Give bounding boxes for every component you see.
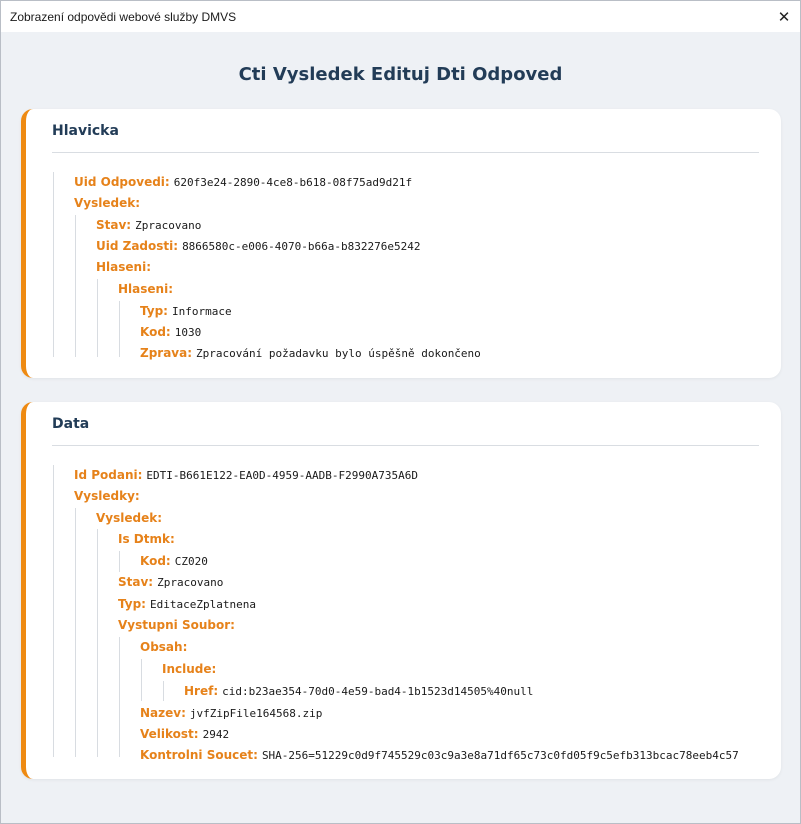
tree-row-hlaseni-item: Hlaseni: [118,279,173,299]
value-text: CZ020 [174,554,208,568]
value-text: jvfZipFile164568.zip [189,706,323,720]
key-label: Zprava: [140,346,193,360]
tree-row-vysledek: Vysledek: [96,508,162,528]
key-label: Kod: [140,554,171,568]
close-icon: ✕ [777,8,791,26]
value-text: Zpracovano [157,575,224,589]
title-bar: Zobrazení odpovědi webové služby DMVS ✕ [1,1,800,32]
tree-row-include: Include: [162,659,216,679]
value-text: EDTI-B661E122-EA0D-4959-AADB-F2990A735A6… [146,468,418,482]
key-label: Nazev: [140,706,186,720]
tree-row-hlaseni: Hlaseni: [96,257,151,277]
page-title: Cti Vysledek Edituj Dti Odpoved [238,64,563,85]
tree-guide [75,215,76,357]
tree-guide [163,681,164,701]
value-text: SHA-256=51229c0d9f745529c03c9a3e8a71df65… [261,748,739,762]
hlavicka-card: Hlavicka Uid Odpovedi: 620f3e24-2890-4ce… [21,109,781,378]
key-label: Uid Zadosti: [96,239,179,253]
value-text: EditaceZplatnena [149,597,256,611]
value-text: 620f3e24-2890-4ce8-b618-08f75ad9d21f [173,175,413,189]
value-text: 8866580c-e006-4070-b66a-b832276e5242 [182,239,421,253]
tree-row-kod: Kod: 1030 [140,322,201,342]
dialog-content: Cti Vysledek Edituj Dti Odpoved Hlavicka… [1,32,800,823]
tree-row-velikost: Velikost: 2942 [140,724,229,744]
data-tree: Id Podani: EDTI-B661E122-EA0D-4959-AADB-… [26,402,781,779]
tree-row-nazev: Nazev: jvfZipFile164568.zip [140,703,322,723]
key-label: Vysledky: [74,489,140,503]
hlavicka-tree: Uid Odpovedi: 620f3e24-2890-4ce8-b618-08… [26,109,781,378]
key-label: Uid Odpovedi: [74,175,170,189]
key-label: Typ: [118,597,146,611]
value-text: Informace [171,304,232,318]
tree-row-uid-zadosti: Uid Zadosti: 8866580c-e006-4070-b66a-b83… [96,236,420,256]
tree-row-href: Href: cid:b23ae354-70d0-4e59-bad4-1b1523… [184,681,533,701]
tree-row-zprava: Zprava: Zpracování požadavku bylo úspěšn… [140,343,481,363]
tree-guide [53,172,54,357]
tree-row-stav: Stav: Zpracovano [96,215,201,235]
key-label: Vystupni Soubor: [118,618,235,632]
value-text: 2942 [202,727,230,741]
key-label: Obsah: [140,640,188,654]
key-label: Include: [162,662,217,676]
tree-guide [53,465,54,757]
tree-row-kod: Kod: CZ020 [140,551,208,571]
value-text: 1030 [174,325,202,339]
tree-row-kontrolni-soucet: Kontrolni Soucet: SHA-256=51229c0d9f7455… [140,745,739,765]
tree-row-stav: Stav: Zpracovano [118,572,223,592]
key-label: Velikost: [140,727,199,741]
tree-row-vysledky: Vysledky: [74,486,140,506]
value-text: cid:b23ae354-70d0-4e59-bad4-1b1523d14505… [222,684,534,698]
tree-row-typ: Typ: Informace [140,301,232,321]
dialog-window: Zobrazení odpovědi webové služby DMVS ✕ … [0,0,801,824]
key-label: Is Dtmk: [118,532,175,546]
key-label: Kod: [140,325,171,339]
tree-guide [119,551,120,572]
key-label: Vysledek: [74,196,141,210]
tree-row-vysledek: Vysledek: [74,193,140,213]
key-label: Stav: [118,575,154,589]
key-label: Stav: [96,218,132,232]
value-text: Zpracovano [135,218,202,232]
tree-guide [141,659,142,701]
close-button[interactable]: ✕ [768,1,800,32]
tree-guide [97,529,98,757]
tree-row-vystupni-soubor: Vystupni Soubor: [118,615,235,635]
window-title: Zobrazení odpovědi webové služby DMVS [10,9,237,24]
key-label: Href: [184,684,219,698]
tree-row-uid-odpovedi: Uid Odpovedi: 620f3e24-2890-4ce8-b618-08… [74,172,412,192]
tree-row-typ: Typ: EditaceZplatnena [118,594,256,614]
value-text: Zpracování požadavku bylo úspěšně dokonč… [196,346,481,360]
tree-guide [119,637,120,757]
data-card: Data Id Podani: EDTI-B661E122-EA0D-4959-… [21,402,781,779]
key-label: Id Podani: [74,468,143,482]
key-label: Vysledek: [96,511,163,525]
key-label: Kontrolni Soucet: [140,748,258,762]
tree-guide [75,508,76,757]
tree-row-id-podani: Id Podani: EDTI-B661E122-EA0D-4959-AADB-… [74,465,418,485]
tree-guide [119,301,120,357]
tree-guide [97,279,98,357]
key-label: Hlaseni: [118,282,173,296]
tree-row-is-dtmk: Is Dtmk: [118,529,175,549]
key-label: Typ: [140,304,168,318]
tree-row-obsah: Obsah: [140,637,187,657]
key-label: Hlaseni: [96,260,151,274]
